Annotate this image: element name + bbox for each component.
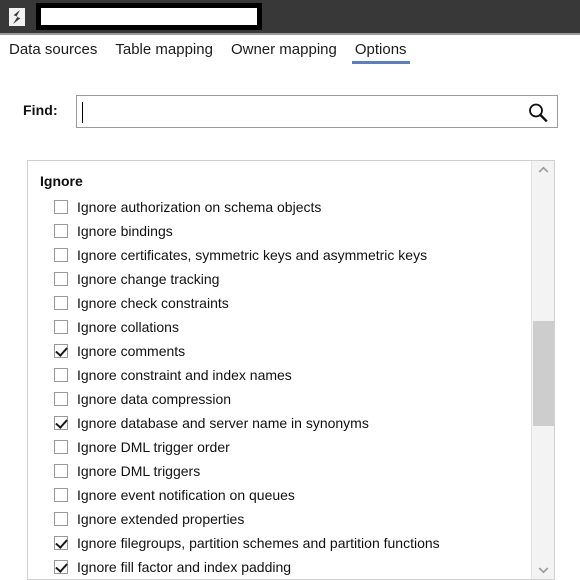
option-checkbox[interactable] [54,368,68,382]
tab-owner-mapping-label: Owner mapping [230,41,337,58]
tab-table-mapping-label: Table mapping [115,41,213,58]
option-checkbox[interactable] [54,512,68,526]
option-checkbox[interactable] [54,272,68,286]
option-label: Ignore DML trigger order [77,439,230,455]
option-row[interactable]: Ignore data compression [28,387,532,411]
title-search-box[interactable] [36,3,262,30]
option-label: Ignore comments [77,343,186,359]
option-checkbox[interactable] [54,320,68,334]
option-label: Ignore event notification on queues [77,487,295,503]
option-row[interactable]: Ignore check constraints [28,291,532,315]
option-row[interactable]: Ignore comments [28,339,532,363]
option-checkbox[interactable] [54,248,68,262]
option-row[interactable]: Ignore extended properties [28,507,532,531]
tab-underline-active [351,61,410,64]
tab-owner-mapping[interactable]: Owner mapping [222,35,346,62]
option-label: Ignore filegroups, partition schemes and… [77,535,440,551]
chevron-up-icon[interactable] [532,161,554,179]
option-label: Ignore fill factor and index padding [77,559,292,575]
option-row[interactable]: Ignore DML triggers [28,459,532,483]
option-label: Ignore certificates, symmetric keys and … [77,247,428,263]
app-logo-icon [6,6,28,28]
option-label: Ignore authorization on schema objects [77,199,322,215]
option-checkbox[interactable] [54,488,68,502]
title-search-input[interactable] [41,8,257,25]
tab-table-mapping[interactable]: Table mapping [106,35,222,62]
option-row[interactable]: Ignore database and server name in synon… [28,411,532,435]
tab-underline [112,61,216,64]
option-row[interactable]: Ignore fill factor and index padding [28,555,532,579]
option-checkbox[interactable] [54,296,68,310]
option-row[interactable]: Ignore event notification on queues [28,483,532,507]
option-label: Ignore extended properties [77,511,245,527]
scrollbar-thumb[interactable] [533,321,554,426]
option-row[interactable]: Ignore constraint and index names [28,363,532,387]
tab-data-sources-label: Data sources [9,41,98,58]
option-row[interactable]: Ignore bindings [28,219,532,243]
option-row[interactable]: Ignore DML trigger order [28,435,532,459]
option-label: Ignore data compression [77,391,232,407]
option-label: Ignore bindings [77,223,173,239]
tab-data-sources[interactable]: Data sources [0,35,106,62]
option-label: Ignore change tracking [77,271,220,287]
find-label: Find: [23,102,58,118]
option-label: Ignore database and server name in synon… [77,415,369,431]
option-row[interactable]: Ignore authorization on schema objects [28,195,532,219]
option-label: Ignore collations [77,319,179,335]
title-bar [0,0,580,33]
ignore-options-group: Ignore Ignore authorization on schema ob… [27,160,555,580]
chevron-down-icon[interactable] [532,561,554,579]
tab-underline [228,61,340,64]
option-checkbox[interactable] [54,392,68,406]
option-row[interactable]: Ignore collations [28,315,532,339]
search-icon[interactable] [526,101,550,125]
tab-options-label: Options [354,41,407,58]
option-checkbox[interactable] [54,200,68,214]
group-header-ignore: Ignore [40,173,83,189]
tab-strip: Data sources Table mapping Owner mapping… [0,35,580,65]
option-checkbox[interactable] [54,560,68,574]
option-row[interactable]: Ignore certificates, symmetric keys and … [28,243,532,267]
option-checkbox[interactable] [54,464,68,478]
option-checkbox[interactable] [54,344,68,358]
option-checkbox[interactable] [54,416,68,430]
option-label: Ignore DML triggers [77,463,201,479]
option-checkbox[interactable] [54,536,68,550]
option-label: Ignore check constraints [77,295,229,311]
options-scrollbar[interactable] [531,161,554,579]
option-checkbox[interactable] [54,224,68,238]
tab-underline [6,61,100,64]
find-row: Find: [0,95,580,129]
option-row[interactable]: Ignore change tracking [28,267,532,291]
option-checkbox[interactable] [54,440,68,454]
tab-options[interactable]: Options [346,35,416,64]
option-row[interactable]: Ignore filegroups, partition schemes and… [28,531,532,555]
search-input[interactable] [81,99,525,126]
ignore-options-list: Ignore authorization on schema objects Ig… [28,195,532,579]
option-label: Ignore constraint and index names [77,367,292,383]
find-box[interactable] [76,95,558,128]
